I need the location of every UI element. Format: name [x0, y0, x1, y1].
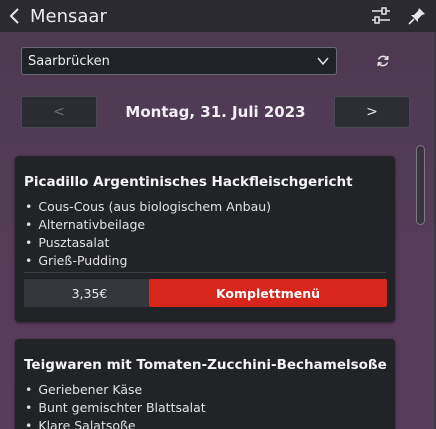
pin-icon: [408, 8, 425, 25]
meal-components: Geriebener Käse Bunt gemischter Blattsal…: [25, 381, 206, 429]
list-item: Alternativbeilage: [25, 216, 271, 234]
divider: [24, 272, 386, 273]
list-item: Pusztasalat: [25, 234, 271, 252]
meal-card: Teigwaren mit Tomaten-Zucchini-Bechamels…: [15, 339, 395, 429]
next-day-button[interactable]: >: [334, 96, 410, 128]
back-button[interactable]: [0, 0, 30, 32]
price-label: 3,35€: [24, 279, 155, 307]
chevron-down-icon: [317, 57, 329, 66]
refresh-button[interactable]: [372, 50, 394, 72]
list-item: Klare Salatsoße: [25, 417, 206, 429]
menu-type-badge: Komplettmenü: [149, 279, 387, 307]
refresh-icon: [377, 55, 389, 67]
meal-components: Cous-Cous (aus biologischem Anbau) Alter…: [25, 198, 271, 270]
location-select-value: Saarbrücken: [28, 53, 110, 69]
app-title: Mensaar: [30, 5, 107, 27]
previous-day-button[interactable]: <: [21, 96, 97, 128]
list-item: Bunt gemischter Blattsalat: [25, 399, 205, 417]
current-date: Montag, 31. Juli 2023: [125, 103, 306, 121]
meal-title: Teigwaren mit Tomaten-Zucchini-Bechamels…: [24, 357, 387, 373]
list-item: Cous-Cous (aus biologischem Anbau): [25, 198, 271, 216]
scrollbar[interactable]: [416, 145, 425, 225]
title-bar: Mensaar: [0, 0, 436, 32]
pin-button[interactable]: [406, 5, 428, 27]
settings-button[interactable]: [370, 5, 392, 27]
sliders-icon: [372, 7, 390, 24]
chevron-left-icon: [9, 8, 19, 24]
meal-title: Picadillo Argentinisches Hackfleischgeri…: [24, 174, 353, 190]
list-item: Grieß-Pudding: [25, 252, 271, 270]
meal-card: Picadillo Argentinisches Hackfleischgeri…: [15, 156, 395, 322]
list-item: Geriebener Käse: [25, 381, 206, 399]
location-select[interactable]: Saarbrücken: [21, 47, 337, 75]
